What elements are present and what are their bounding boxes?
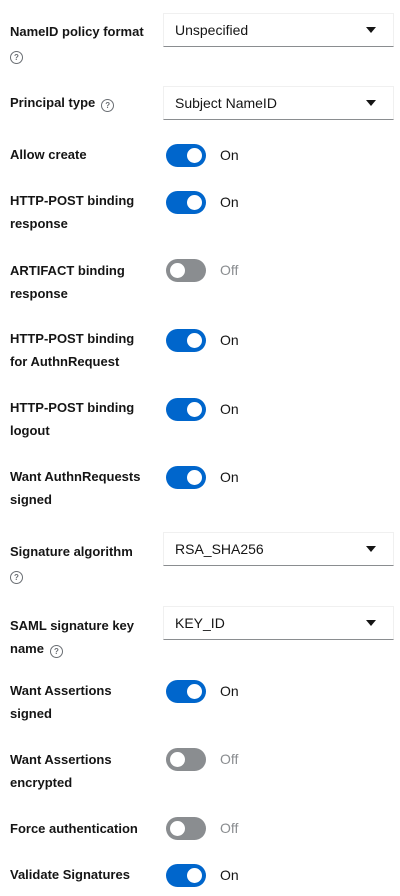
help-icon[interactable]: ? xyxy=(101,99,115,112)
principal-type-select[interactable]: Subject NameID xyxy=(163,86,394,120)
nameid-policy-label-text: NameID policy format xyxy=(10,24,144,39)
artifact-response-label: ARTIFACT binding response xyxy=(10,259,150,305)
label-line: HTTP-POST binding xyxy=(10,400,135,415)
help-icon[interactable]: ? xyxy=(49,645,63,658)
want-authn-signed-toggle[interactable] xyxy=(166,466,206,489)
want-authn-signed-label: Want AuthnRequests signed xyxy=(10,465,150,511)
http-post-authn-label: HTTP-POST binding for AuthnRequest xyxy=(10,327,150,373)
principal-type-label: Principal type? xyxy=(10,91,150,114)
signature-algorithm-label: Signature algorithm ? xyxy=(10,540,150,586)
saml-key-name-value: KEY_ID xyxy=(175,615,225,631)
want-assertions-encrypted-label: Want Assertions encrypted xyxy=(10,748,150,794)
artifact-response-toggle[interactable] xyxy=(166,259,206,282)
want-assertions-encrypted-toggle[interactable] xyxy=(166,748,206,771)
caret-down-icon xyxy=(366,546,376,552)
validate-signatures-toggle[interactable] xyxy=(166,864,206,887)
label-line: encrypted xyxy=(10,775,73,790)
artifact-response-state: Off xyxy=(220,262,239,278)
want-authn-signed-state: On xyxy=(220,469,239,485)
toggle-knob xyxy=(170,752,185,767)
label-line: SAML signature key xyxy=(10,618,135,633)
caret-down-icon xyxy=(366,620,376,626)
nameid-policy-label: NameID policy format ? xyxy=(10,20,150,66)
label-line: HTTP-POST binding xyxy=(10,193,135,208)
http-post-logout-label: HTTP-POST binding logout xyxy=(10,396,150,442)
toggle-knob xyxy=(187,868,202,883)
validate-signatures-label: Validate Signatures xyxy=(10,867,130,882)
nameid-policy-value: Unspecified xyxy=(175,22,249,38)
caret-down-icon xyxy=(366,27,376,33)
want-assertions-signed-label: Want Assertions signed xyxy=(10,679,150,725)
label-line: logout xyxy=(10,423,50,438)
toggle-knob xyxy=(187,470,202,485)
want-assertions-signed-state: On xyxy=(220,683,239,699)
http-post-logout-state: On xyxy=(220,401,239,417)
label-line: Want AuthnRequests xyxy=(10,469,141,484)
signature-algorithm-select[interactable]: RSA_SHA256 xyxy=(163,532,394,566)
allow-create-label: Allow create xyxy=(10,147,87,162)
label-line: Want Assertions xyxy=(10,752,112,767)
toggle-knob xyxy=(170,821,185,836)
toggle-knob xyxy=(187,333,202,348)
force-authentication-toggle[interactable] xyxy=(166,817,206,840)
http-post-logout-toggle[interactable] xyxy=(166,398,206,421)
label-line: for AuthnRequest xyxy=(10,354,120,369)
signature-algorithm-label-text: Signature algorithm xyxy=(10,544,133,559)
signature-algorithm-value: RSA_SHA256 xyxy=(175,541,264,557)
allow-create-toggle[interactable] xyxy=(166,144,206,167)
want-assertions-encrypted-state: Off xyxy=(220,751,239,767)
principal-type-value: Subject NameID xyxy=(175,95,277,111)
label-line: HTTP-POST binding xyxy=(10,331,135,346)
saml-key-name-label: SAML signature key name? xyxy=(10,614,150,660)
http-post-response-toggle[interactable] xyxy=(166,191,206,214)
label-line: signed xyxy=(10,492,52,507)
toggle-knob xyxy=(187,684,202,699)
saml-key-name-select[interactable]: KEY_ID xyxy=(163,606,394,640)
nameid-policy-select[interactable]: Unspecified xyxy=(163,13,394,47)
label-line: response xyxy=(10,216,68,231)
label-line: response xyxy=(10,286,68,301)
label-line: ARTIFACT binding xyxy=(10,263,125,278)
want-assertions-signed-toggle[interactable] xyxy=(166,680,206,703)
principal-type-label-text: Principal type xyxy=(10,95,96,110)
validate-signatures-state: On xyxy=(220,867,239,883)
http-post-response-label: HTTP-POST binding response xyxy=(10,189,150,235)
label-line: Want Assertions xyxy=(10,683,112,698)
toggle-knob xyxy=(170,263,185,278)
label-line: signed xyxy=(10,706,52,721)
label-line: name xyxy=(10,641,44,656)
caret-down-icon xyxy=(366,100,376,106)
force-authentication-state: Off xyxy=(220,820,239,836)
help-icon[interactable]: ? xyxy=(10,51,23,64)
allow-create-state: On xyxy=(220,147,239,163)
http-post-authn-toggle[interactable] xyxy=(166,329,206,352)
force-authentication-label: Force authentication xyxy=(10,821,138,836)
http-post-response-state: On xyxy=(220,194,239,210)
toggle-knob xyxy=(187,402,202,417)
toggle-knob xyxy=(187,148,202,163)
toggle-knob xyxy=(187,195,202,210)
http-post-authn-state: On xyxy=(220,332,239,348)
help-icon[interactable]: ? xyxy=(10,571,23,584)
